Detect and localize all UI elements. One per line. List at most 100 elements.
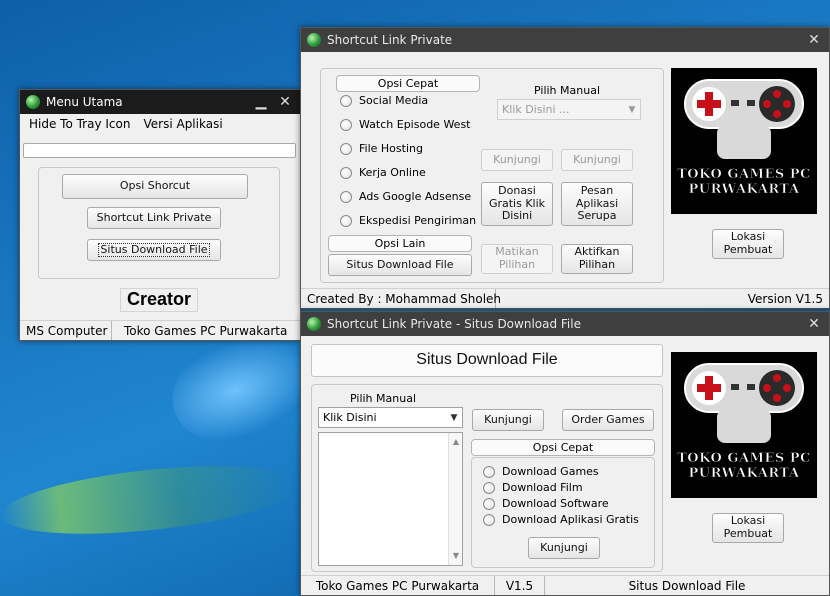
radio-label: Download Aplikasi Gratis [502, 513, 639, 526]
gamepad-icon [684, 363, 804, 443]
situs-download-file-button[interactable]: Situs Download File [328, 254, 472, 276]
toko-games-logo: TOKO GAMES PC PURWAKARTA [671, 68, 817, 214]
radio-button[interactable] [483, 481, 495, 494]
radio-label: Watch Episode West [359, 118, 471, 131]
opsi-shorcut-button[interactable]: Opsi Shorcut [62, 174, 248, 199]
status-created-by: Created By : Mohammad Sholeh [301, 289, 501, 308]
radio-label: Social Media [359, 94, 429, 107]
kunjungi-button-2[interactable]: Kunjungi [561, 149, 633, 171]
radio-download-aplikasi-gratis[interactable]: Download Aplikasi Gratis [483, 513, 639, 526]
scroll-down-icon[interactable]: ▼ [449, 549, 463, 563]
radio-button[interactable] [340, 214, 352, 227]
radio-download-games[interactable]: Download Games [483, 465, 599, 478]
radio-label: Download Film [502, 481, 583, 494]
radio-kerja-online[interactable]: Kerja Online [340, 166, 426, 179]
shortcut-statusbar: Created By : Mohammad Sholeh Version V1.… [301, 288, 829, 308]
status-version: Version V1.5 [747, 291, 823, 306]
status-ms-computer: MS Computer [20, 321, 112, 340]
menu-item-hide-to-tray[interactable]: Hide To Tray Icon [20, 117, 139, 131]
radio-button[interactable] [340, 190, 352, 203]
radio-ekspedisi-pengiriman[interactable]: Ekspedisi Pengiriman [340, 214, 476, 227]
radio-button[interactable] [340, 118, 352, 131]
radio-button[interactable] [340, 142, 352, 155]
situs-lokasi-pembuat-button[interactable]: Lokasi Pembuat [712, 513, 784, 543]
menu-utama-titlebar[interactable]: Menu Utama ▁ ✕ [20, 90, 300, 114]
radio-social-media[interactable]: Social Media [340, 94, 428, 107]
scroll-up-icon[interactable]: ▲ [449, 435, 463, 449]
close-icon[interactable]: ✕ [276, 94, 294, 110]
radio-file-hosting[interactable]: File Hosting [340, 142, 423, 155]
donasi-gratis-button[interactable]: Donasi Gratis Klik Disini [481, 182, 553, 226]
menu-utama-window: Menu Utama ▁ ✕ Hide To Tray Icon Versi A… [19, 89, 301, 341]
status-toko-games: Toko Games PC Purwakarta [124, 323, 288, 338]
radio-label: Ads Google Adsense [359, 190, 472, 203]
opsi-cepat-header: Opsi Cepat [336, 75, 480, 92]
situs-heading: Situs Download File [311, 344, 663, 377]
menu-utama-statusbar: MS Computer Toko Games PC Purwakarta [20, 320, 300, 340]
kunjungi-button-1[interactable]: Kunjungi [481, 149, 553, 171]
shortcut-link-private-button[interactable]: Shortcut Link Private [87, 207, 221, 229]
radio-button[interactable] [340, 94, 352, 107]
shortcut-titlebar[interactable]: Shortcut Link Private ✕ [301, 28, 829, 52]
situs-download-file-label: Situs Download File [98, 242, 210, 258]
minimize-icon[interactable]: ▁ [252, 94, 270, 110]
radio-label: Kerja Online [359, 166, 426, 179]
logo-text: TOKO GAMES PC PURWAKARTA [677, 451, 811, 481]
menu-bar: Hide To Tray Icon Versi Aplikasi [20, 114, 300, 134]
radio-watch-episode-west[interactable]: Watch Episode West [340, 118, 470, 131]
close-icon[interactable]: ✕ [805, 316, 823, 332]
pesan-aplikasi-button[interactable]: Pesan Aplikasi Serupa [561, 182, 633, 226]
situs-titlebar[interactable]: Shortcut Link Private - Situs Download F… [301, 312, 829, 336]
situs-title: Shortcut Link Private - Situs Download F… [327, 317, 581, 331]
opsi-lain-header: Opsi Lain [328, 235, 472, 252]
matikan-pilihan-button[interactable]: Matikan Pilihan [481, 244, 553, 274]
menu-progress-field [23, 143, 296, 158]
app-globe-icon [26, 95, 40, 109]
radio-ads-google-adsense[interactable]: Ads Google Adsense [340, 190, 471, 203]
shortcut-link-private-window: Shortcut Link Private ✕ Opsi Cepat Socia… [300, 27, 830, 309]
status-version: V1.5 [495, 576, 545, 595]
pilih-manual-select[interactable]: Klik Disini ... ▼ [497, 99, 641, 120]
aktifkan-pilihan-button[interactable]: Aktifkan Pilihan [561, 244, 633, 274]
situs-download-file-button[interactable]: Situs Download File [87, 239, 221, 261]
app-globe-icon [307, 33, 321, 47]
listbox-scrollbar[interactable]: ▲ ▼ [448, 433, 462, 565]
radio-button[interactable] [483, 497, 495, 510]
menu-item-versi-aplikasi[interactable]: Versi Aplikasi [139, 117, 226, 131]
situs-download-window: Shortcut Link Private - Situs Download F… [300, 311, 830, 596]
wallpaper-leaf [0, 454, 303, 546]
order-games-button[interactable]: Order Games [562, 409, 654, 431]
radio-button[interactable] [483, 465, 495, 478]
situs-kunjungi-top-button[interactable]: Kunjungi [472, 409, 544, 431]
status-situs-download-file: Situs Download File [628, 578, 746, 593]
app-globe-icon [307, 317, 321, 331]
dropdown-arrow-icon: ▼ [628, 104, 636, 115]
logo-text: TOKO GAMES PC PURWAKARTA [677, 167, 811, 197]
situs-opsi-cepat-header: Opsi Cepat [471, 439, 655, 456]
situs-listbox[interactable]: ▲ ▼ [318, 432, 463, 566]
situs-pilih-manual-label: Pilih Manual [350, 392, 416, 405]
status-toko-games: Toko Games PC Purwakarta [301, 576, 495, 595]
radio-label: File Hosting [359, 142, 423, 155]
close-icon[interactable]: ✕ [805, 32, 823, 48]
pilih-manual-label: Pilih Manual [534, 84, 600, 97]
select-value: Klik Disini [323, 411, 377, 424]
radio-download-software[interactable]: Download Software [483, 497, 609, 510]
situs-statusbar: Toko Games PC Purwakarta V1.5 Situs Down… [301, 575, 829, 595]
creator-label: Creator [120, 288, 199, 312]
radio-button[interactable] [483, 513, 495, 526]
lokasi-pembuat-button[interactable]: Lokasi Pembuat [712, 229, 784, 259]
radio-button[interactable] [340, 166, 352, 179]
toko-games-logo: TOKO GAMES PC PURWAKARTA [671, 352, 817, 498]
situs-kunjungi-bottom-button[interactable]: Kunjungi [528, 537, 600, 559]
situs-heading-text: Situs Download File [416, 351, 558, 369]
shortcut-title: Shortcut Link Private [327, 33, 453, 47]
dropdown-arrow-icon: ▼ [450, 412, 458, 423]
gamepad-icon [684, 79, 804, 159]
radio-label: Ekspedisi Pengiriman [359, 214, 477, 227]
radio-download-film[interactable]: Download Film [483, 481, 583, 494]
select-value: Klik Disini ... [502, 103, 570, 116]
situs-pilih-manual-select[interactable]: Klik Disini ▼ [318, 407, 463, 428]
radio-label: Download Games [502, 465, 599, 478]
radio-label: Download Software [502, 497, 609, 510]
